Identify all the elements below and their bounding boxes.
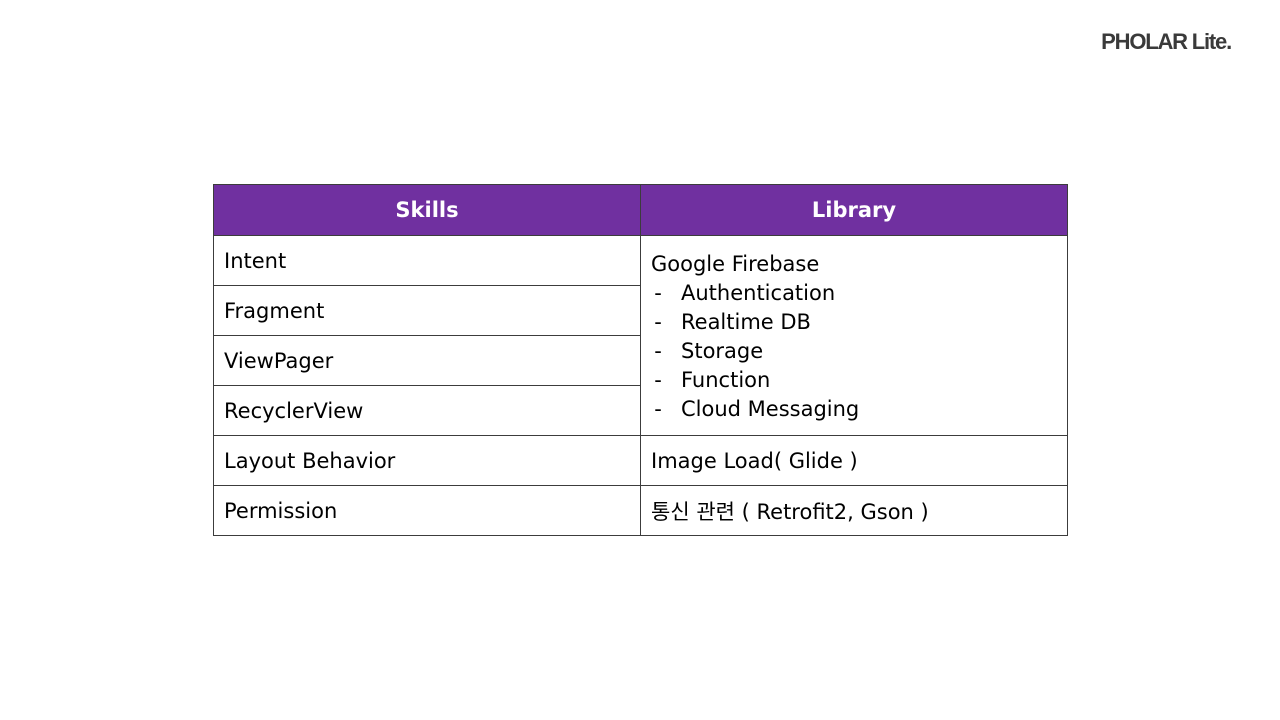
skills-library-table: Skills Library Intent Google Firebase -A… <box>213 184 1068 536</box>
table-row: Layout Behavior Image Load( Glide ) <box>213 435 1068 486</box>
header-library: Library <box>640 184 1068 236</box>
brand-logo-text: PHOLAR Lite. <box>1101 29 1232 54</box>
bullet-dash: - <box>654 280 662 305</box>
skill-cell: ViewPager <box>213 335 641 386</box>
library-cell-image-load: Image Load( Glide ) <box>640 435 1068 486</box>
firebase-feature: Function <box>681 367 771 392</box>
list-item: - Function <box>651 366 1057 395</box>
firebase-feature: Realtime DB <box>681 309 811 334</box>
list-item: - Realtime DB <box>651 308 1057 337</box>
firebase-feature: Storage <box>681 338 764 363</box>
firebase-block: Google Firebase - Authentication - Realtim… <box>651 248 1057 424</box>
skill-cell: Fragment <box>213 285 641 336</box>
firebase-feature-list: - Authentication - Realtime DB - Storage -F… <box>651 279 1057 424</box>
firebase-feature: Cloud Messaging <box>681 396 860 421</box>
skill-cell: Layout Behavior <box>213 435 641 486</box>
list-item: - Cloud Messaging <box>651 395 1057 424</box>
bullet-dash: - <box>654 338 662 363</box>
list-item: - Storage <box>651 337 1057 366</box>
firebase-title: Google Firebase <box>651 251 820 276</box>
table-row: Intent Google Firebase - Authentication -… <box>213 235 1068 436</box>
skill-cell: Intent <box>213 235 641 286</box>
table-header-row: Skills Library <box>213 184 1068 236</box>
table-row: Permission 통신 관련 ( Retrofit2, Gson ) <box>213 485 1068 536</box>
bullet-dash: - <box>654 309 662 334</box>
skill-cell: RecyclerView <box>213 385 641 436</box>
bullet-dash: - <box>654 396 662 421</box>
library-cell-network: 통신 관련 ( Retrofit2, Gson ) <box>640 485 1068 536</box>
bullet-dash: - <box>654 367 662 392</box>
library-cell-firebase: Google Firebase - Authentication - Realtim… <box>640 235 1068 436</box>
list-item: - Authentication <box>651 279 1057 308</box>
header-skills: Skills <box>213 184 641 236</box>
firebase-feature: Authentication <box>681 280 836 305</box>
skill-cell: Permission <box>213 485 641 536</box>
